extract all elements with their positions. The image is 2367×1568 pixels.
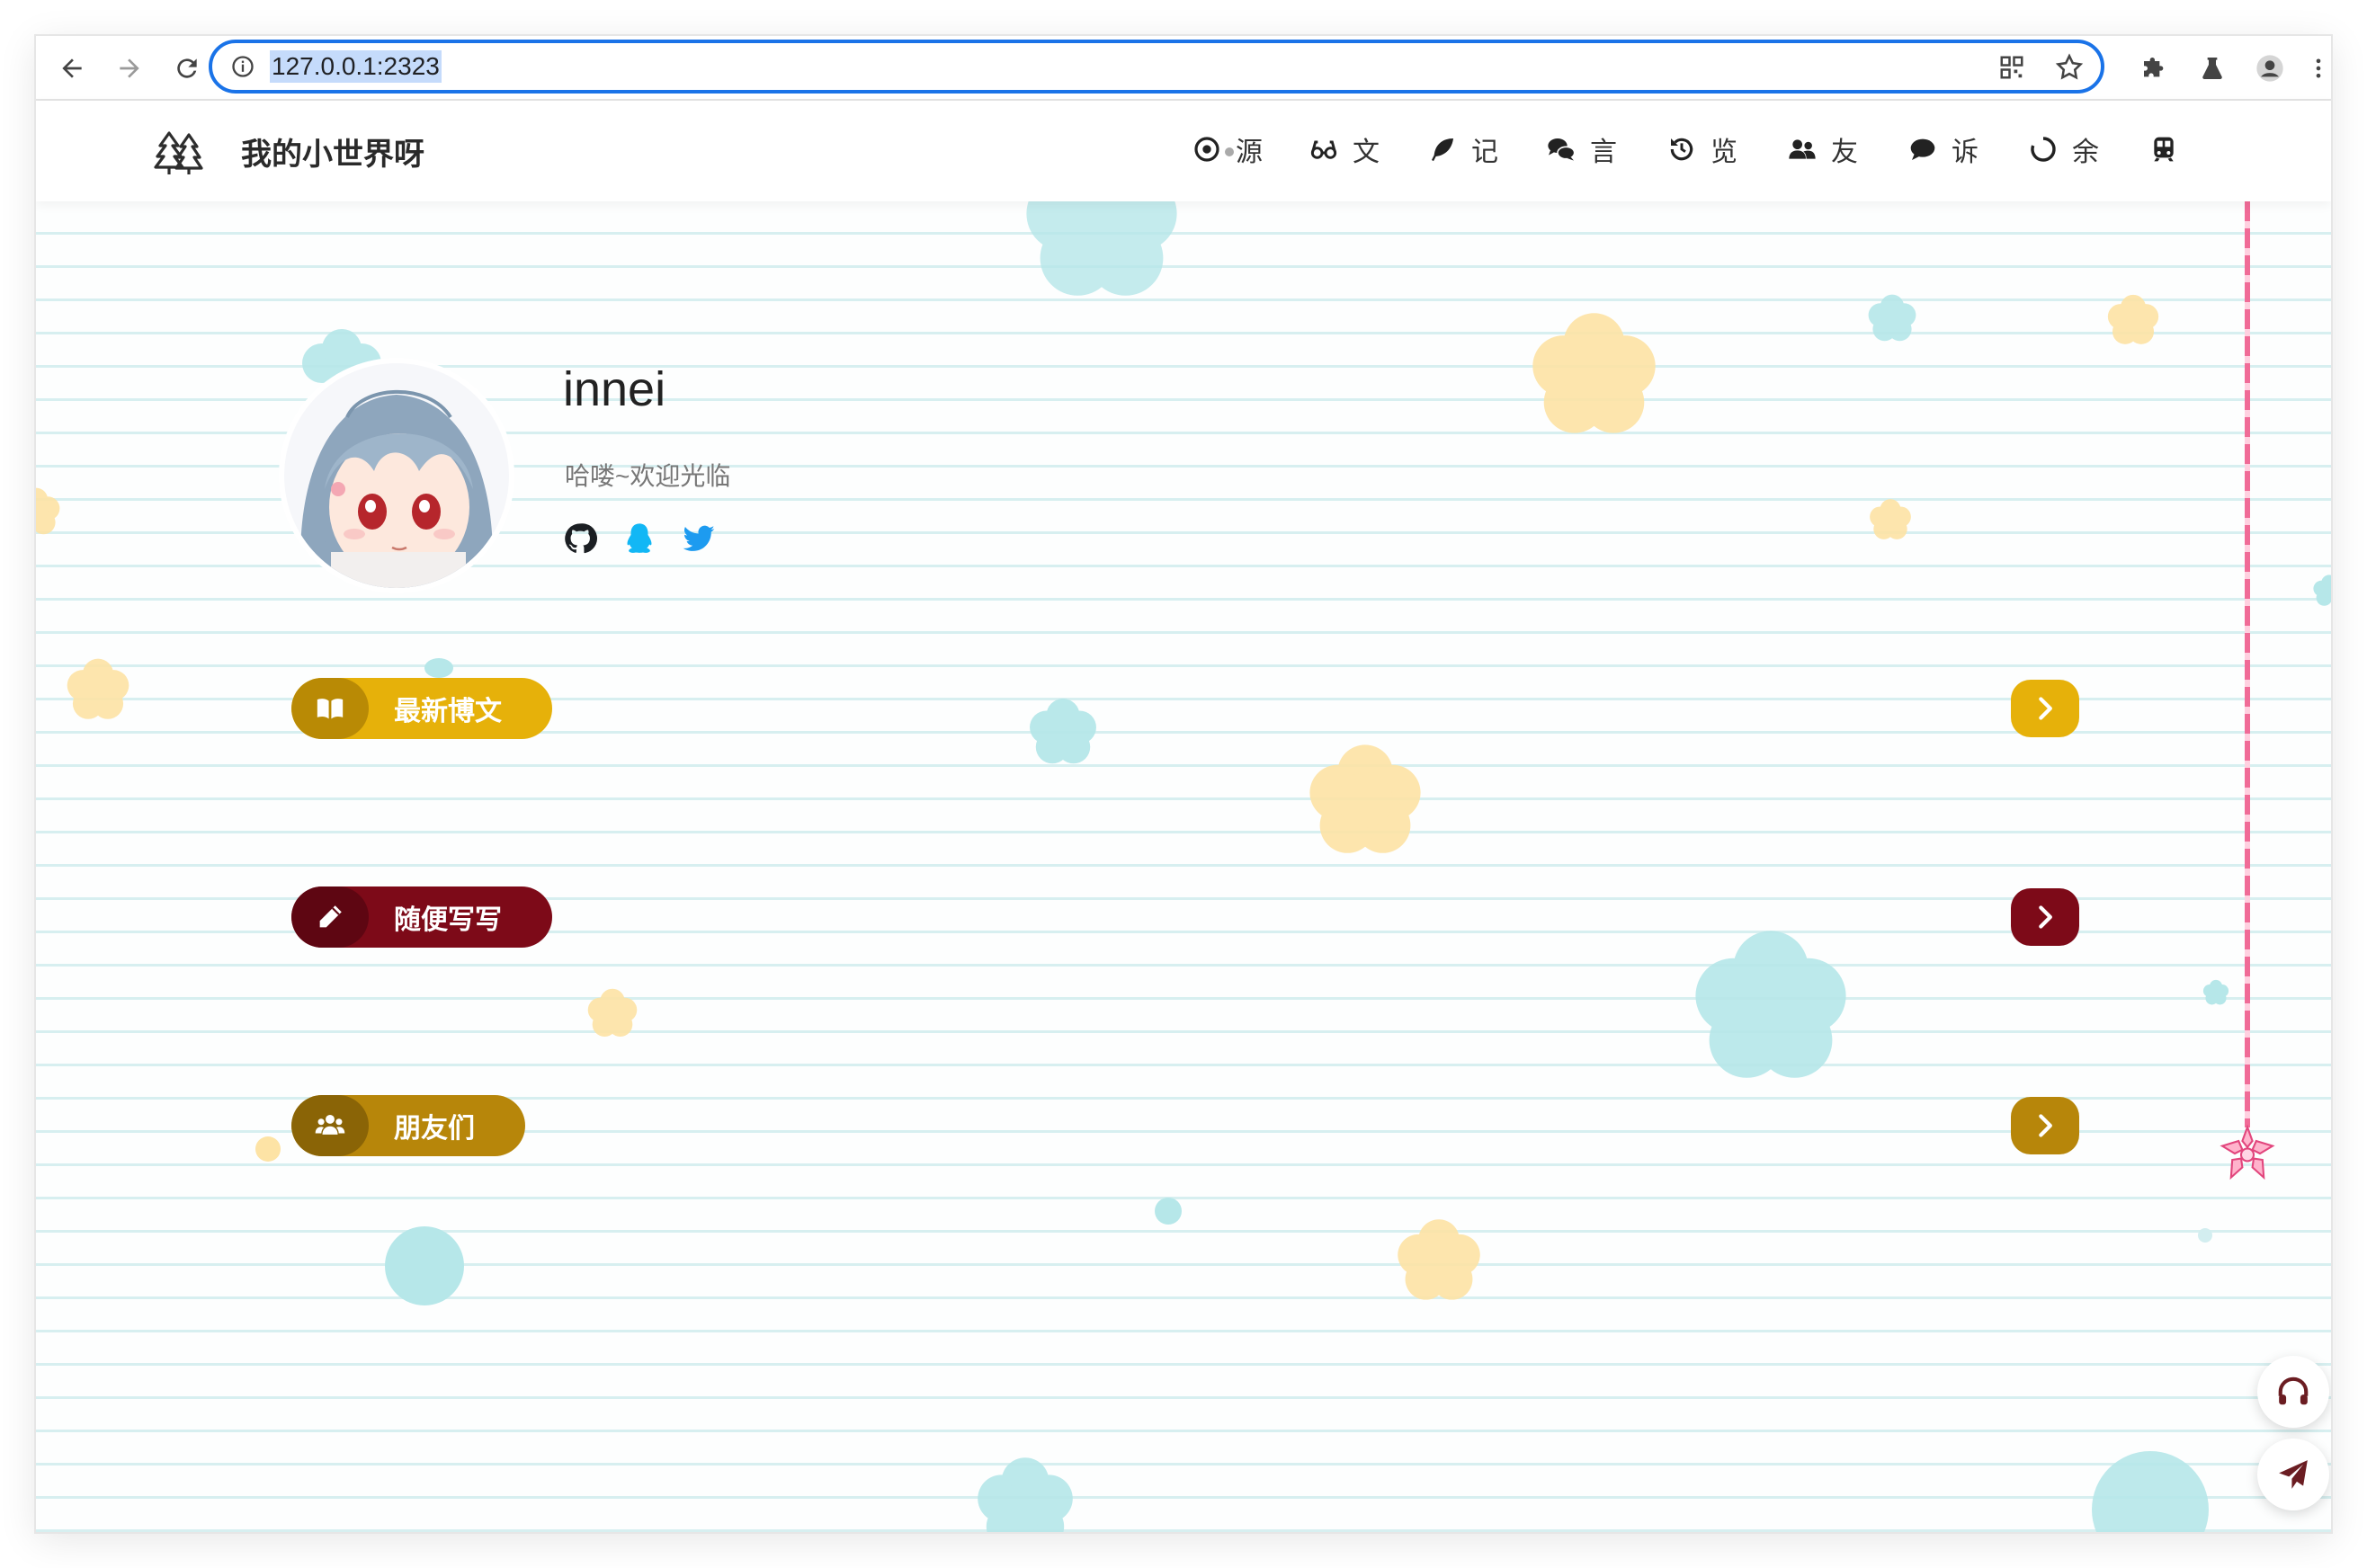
flower-decoration — [2092, 1451, 2209, 1532]
book-icon — [291, 678, 369, 739]
chevron-right-icon — [2039, 697, 2052, 720]
qq-icon[interactable] — [622, 521, 657, 556]
nav-label: 源 — [1236, 138, 1263, 167]
menu-dots-icon[interactable] — [2306, 49, 2331, 88]
reload-icon[interactable] — [167, 49, 207, 88]
site-header: 我的小世界呀 源 文 记 言 览 友 诉 余 — [36, 101, 2331, 201]
section-friends[interactable]: 朋友们 — [291, 1095, 525, 1156]
headphones-icon — [2278, 1376, 2309, 1405]
chevron-right-icon — [2039, 905, 2052, 929]
nav-item-posts[interactable]: 文 — [1309, 131, 1380, 167]
forward-icon[interactable] — [110, 49, 149, 88]
flower-decoration — [1695, 931, 1846, 1078]
profile-icon[interactable] — [2250, 49, 2290, 88]
browser-window: 127.0.0.1:2323 我的小世界呀 源 文 记 言 览 友 诉 余 in… — [36, 36, 2331, 1532]
flower-decoration — [978, 1457, 1073, 1532]
train-icon — [2154, 137, 2174, 162]
twitter-icon[interactable] — [682, 521, 716, 556]
section-latest-posts[interactable]: 最新博文 — [291, 678, 552, 739]
comments-icon — [1548, 138, 1576, 161]
flower-decoration — [1532, 313, 1656, 433]
section-label: 随便写写 — [394, 905, 502, 935]
extensions-icon[interactable] — [2135, 49, 2175, 88]
send-message-button[interactable] — [2257, 1439, 2329, 1510]
glasses-icon — [1310, 140, 1337, 159]
flower-decoration — [1026, 201, 1177, 296]
history-icon — [1670, 138, 1693, 161]
section-label: 最新博文 — [394, 697, 502, 726]
notes-more-button[interactable] — [2011, 888, 2079, 946]
qr-code-icon[interactable] — [1998, 54, 2025, 81]
flower-decoration — [587, 988, 638, 1038]
nav-item-timeline[interactable]: 览 — [1667, 131, 1737, 167]
url-text[interactable]: 127.0.0.1:2323 — [270, 50, 442, 83]
trees-logo-icon[interactable] — [153, 124, 207, 178]
anime-girl-avatar-icon — [284, 363, 509, 588]
flower-decoration — [1309, 744, 1421, 853]
feather-icon — [1432, 138, 1453, 162]
browser-toolbar: 127.0.0.1:2323 — [36, 36, 2331, 101]
flower-decoration — [36, 487, 60, 535]
users-icon — [291, 1095, 369, 1156]
nav-item-says[interactable]: 言 — [1547, 131, 1617, 167]
nav-label: 记 — [1471, 138, 1498, 167]
flower-decoration — [67, 658, 130, 719]
page-content: innei 哈喽~欢迎光临 最新博文 随便写写 朋友们 — [36, 201, 2331, 1532]
nav-label: 文 — [1353, 138, 1380, 167]
info-icon[interactable] — [230, 54, 255, 79]
chevron-right-icon — [2039, 1114, 2052, 1137]
nav-item-travel[interactable] — [2149, 131, 2178, 167]
send-plane-icon — [2279, 1460, 2308, 1489]
flower-decoration — [2313, 575, 2331, 606]
nav-item-more[interactable]: 余 — [2029, 131, 2099, 167]
circle-decoration — [2198, 1228, 2212, 1243]
sakura-flower-icon[interactable] — [2216, 1122, 2279, 1185]
flower-decoration — [2107, 294, 2159, 344]
address-bar[interactable]: 127.0.0.1:2323 — [209, 40, 2104, 94]
nav-label: 览 — [1710, 138, 1737, 167]
site-title[interactable]: 我的小世界呀 — [241, 129, 424, 174]
circle-decoration — [1155, 1198, 1182, 1225]
avatar[interactable] — [284, 363, 509, 588]
labs-flask-icon[interactable] — [2193, 49, 2232, 88]
flower-decoration — [1398, 1219, 1480, 1300]
nav-label: 余 — [2072, 138, 2099, 167]
nav-item-friends[interactable]: 友 — [1788, 131, 1858, 167]
profile-greeting: 哈喽~欢迎光临 — [565, 462, 731, 490]
nav-item-message[interactable]: 诉 — [1908, 131, 1978, 167]
flower-decoration — [1870, 499, 1911, 539]
circle-decoration — [385, 1226, 464, 1305]
flower-decoration — [1868, 294, 1916, 342]
flower-decoration — [1030, 699, 1096, 764]
circle-decoration — [255, 1136, 281, 1162]
section-label: 朋友们 — [394, 1114, 475, 1144]
music-player-button[interactable] — [2257, 1356, 2329, 1428]
nav-item-notes[interactable]: 记 — [1428, 131, 1498, 167]
loading-circle-icon — [2031, 137, 2056, 162]
nav-label: 言 — [1590, 138, 1617, 167]
friends-more-button[interactable] — [2011, 1097, 2079, 1154]
flower-decoration — [2202, 979, 2229, 1005]
circle-decoration — [424, 658, 453, 678]
github-icon[interactable] — [563, 521, 597, 556]
profile-name: innei — [563, 362, 666, 416]
users-icon — [1789, 139, 1816, 159]
bookmark-star-icon[interactable] — [2054, 52, 2085, 83]
hanging-thread — [2245, 201, 2250, 1127]
target-icon — [1194, 137, 1219, 162]
nav-label: 诉 — [1952, 138, 1978, 167]
comment-icon — [1910, 138, 1935, 160]
pencil-icon — [291, 886, 369, 948]
back-icon[interactable] — [52, 49, 92, 88]
section-notes[interactable]: 随便写写 — [291, 886, 552, 948]
active-nav-indicator — [1225, 147, 1234, 156]
nav-label: 友 — [1831, 138, 1858, 167]
latest-posts-more-button[interactable] — [2011, 680, 2079, 737]
